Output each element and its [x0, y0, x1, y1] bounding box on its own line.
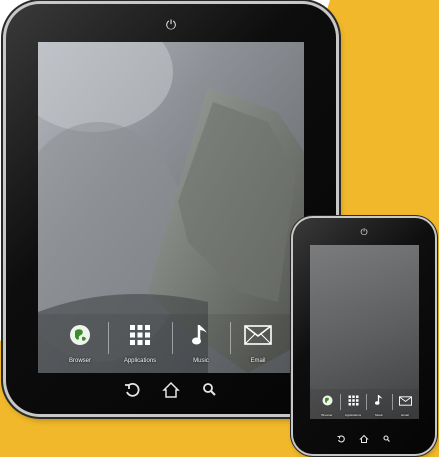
envelope-icon [398, 396, 412, 406]
dock-label-browser: Browser [321, 413, 333, 417]
envelope-icon [244, 325, 272, 345]
home-icon[interactable] [359, 434, 369, 444]
phone-app-dock: Browser Applications Music Email [310, 389, 419, 419]
search-icon[interactable] [200, 380, 220, 400]
dock-item-applications[interactable]: Applications [110, 314, 170, 373]
music-note-icon [374, 395, 382, 405]
phone-device: ⏻ Browser Applications Music Email [293, 218, 435, 454]
phone-screen: Browser Applications Music Email [310, 245, 419, 419]
dock-label-applications: Applications [123, 358, 157, 364]
dock-item-applications[interactable]: Applications [340, 389, 366, 419]
power-icon[interactable]: ⏻ [359, 227, 369, 237]
dock-item-music[interactable]: Music [171, 314, 231, 373]
back-icon[interactable] [122, 380, 142, 400]
back-icon[interactable] [336, 434, 346, 444]
globe-icon [70, 325, 90, 345]
dock-label-applications: Applications [344, 413, 362, 417]
dock-divider [108, 322, 109, 354]
tablet-device: ⏻ Browser Applications Music Email [6, 4, 336, 414]
music-note-icon [192, 325, 207, 345]
dock-label-email: Email [401, 413, 409, 417]
phone-nav-bar [293, 434, 435, 446]
dock-label-browser: Browser [68, 358, 91, 364]
dock-item-browser[interactable]: Browser [50, 314, 110, 373]
home-icon[interactable] [161, 380, 181, 400]
dock-label-music: Music [193, 358, 209, 364]
dock-label-music: Music [375, 413, 383, 417]
dock-item-browser[interactable]: Browser [314, 389, 340, 419]
tablet-screen: Browser Applications Music Email [38, 42, 304, 373]
dock-item-music[interactable]: Music [366, 389, 392, 419]
dock-label-email: Email [250, 358, 266, 364]
globe-icon [322, 395, 332, 406]
power-icon[interactable]: ⏻ [164, 18, 178, 32]
grid-icon [348, 395, 358, 406]
dock-item-email[interactable]: Email [228, 314, 288, 373]
dock-item-email[interactable]: Email [392, 389, 418, 419]
app-dock: Browser Applications Music Email [38, 314, 304, 373]
search-icon[interactable] [382, 434, 392, 444]
tablet-nav-bar [6, 380, 336, 402]
grid-icon [130, 325, 150, 345]
